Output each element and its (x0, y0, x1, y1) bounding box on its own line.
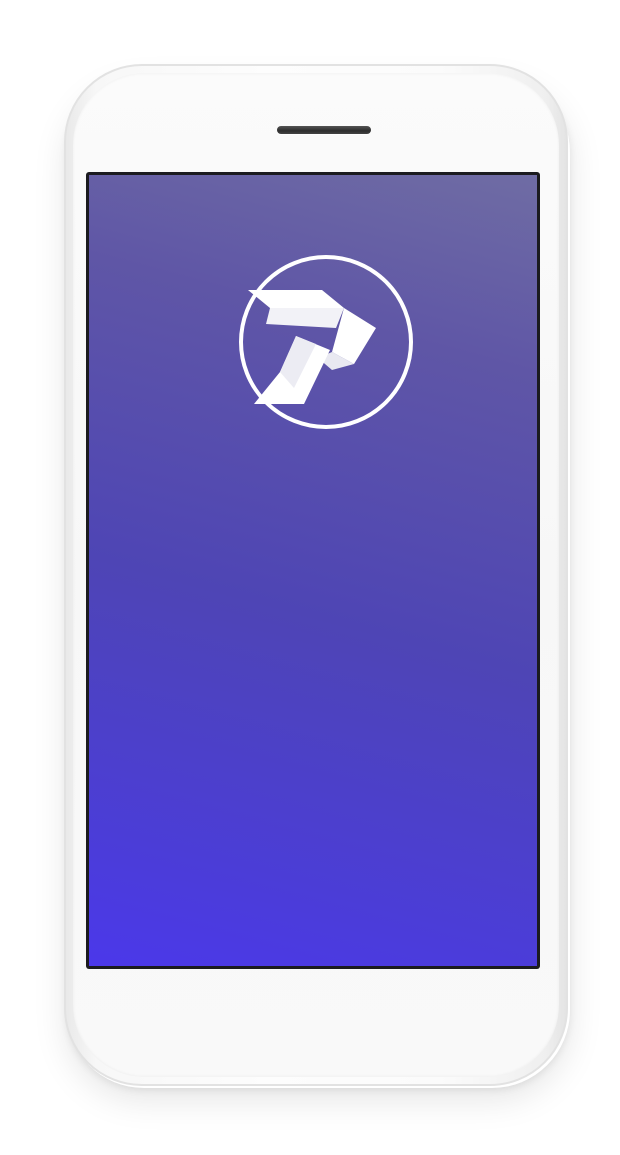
phone-screen[interactable] (89, 175, 537, 966)
stage (0, 0, 620, 1155)
earpiece-speaker (277, 126, 371, 134)
p-monogram-logo-icon (239, 255, 413, 429)
